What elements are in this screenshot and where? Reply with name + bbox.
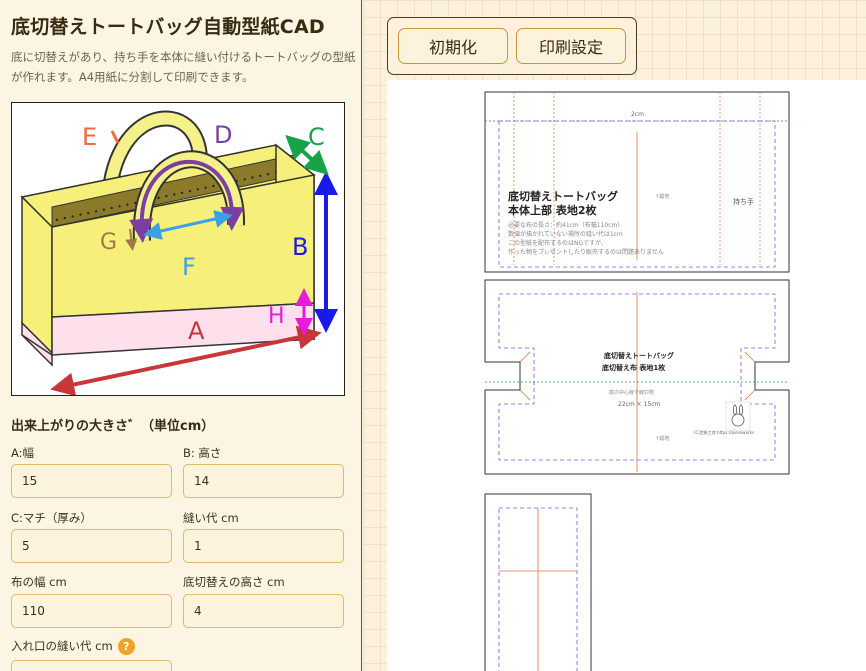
label-f: F	[182, 253, 196, 281]
opening-seam-label-text: 入れ口の縫い代 cm	[11, 639, 113, 653]
height-label: B: 高さ	[183, 446, 222, 460]
tote-bag-illustration: A B C D E F G H	[11, 102, 345, 397]
app-description: 底に切替えがあり、持ち手を本体に縫い付けるトートバッグの型紙が作れます。A4用紙…	[11, 50, 356, 84]
piece1-note1: 必要な布の長さ：約41cm（布幅110cm）	[508, 221, 623, 229]
width-input[interactable]: 15	[11, 464, 172, 498]
piece1-handle-label: 持ち手	[733, 197, 754, 206]
piece1-title2: 本体上部 表地2枚	[508, 203, 597, 217]
bottom-height-label: 底切替えの高さ cm	[183, 575, 285, 589]
preview-panel: 初期化 印刷設定 2cm 底切替えトートバッグ 本体上部 表地2枚 必要な布の長…	[363, 0, 866, 671]
piece2-title1: 底切替えトートバッグ	[604, 351, 674, 360]
width-label: A:幅	[11, 446, 35, 460]
pattern-piece-bottom: 底切替えトートバッグ 底切替え布 表地1枚 底の中心線で線対称 22cm × 1…	[484, 279, 790, 475]
piece2-credit: (C)型紙工房 https://pieceworks	[694, 429, 754, 435]
gusset-label: C:マチ（厚み）	[11, 511, 92, 525]
piece1-note4: 作った物をプレゼントしたり販売するのは問題ありません	[508, 248, 664, 256]
piece2-title2: 底切替え布 表地1枚	[602, 363, 666, 372]
piece2-center-note: 底の中心線で線対称	[609, 389, 654, 396]
reset-button[interactable]: 初期化	[398, 28, 508, 64]
pattern-canvas[interactable]: 2cm 底切替えトートバッグ 本体上部 表地2枚 必要な布の長さ：約41cm（布…	[387, 80, 866, 671]
piece1-note3: この型紙を配布するのはNGですが、	[508, 239, 607, 247]
piece1-note2: 数値が描かれていない場所の縫い代は1cm	[508, 230, 623, 238]
seam-input[interactable]: 1	[183, 529, 344, 563]
seam-label: 縫い代 cm	[183, 511, 239, 525]
height-input[interactable]: 14	[183, 464, 344, 498]
label-e: E	[82, 123, 97, 151]
toolbar: 初期化 印刷設定	[387, 17, 637, 75]
gusset-input[interactable]: 5	[11, 529, 172, 563]
settings-panel: 底切替えトートバッグ自動型紙CAD 底に切替えがあり、持ち手を本体に縫い付けるト…	[0, 0, 362, 671]
bottom-height-input[interactable]: 4	[183, 594, 344, 628]
piece2-vert-label: ↑縦地	[655, 435, 669, 442]
size-section-title: 出来上がりの大きさ゛（単位cm）	[11, 419, 215, 434]
print-settings-button[interactable]: 印刷設定	[516, 28, 626, 64]
label-a: A	[188, 317, 205, 345]
label-g: G	[100, 230, 117, 255]
piece1-title1: 底切替えトートバッグ	[508, 189, 618, 203]
piece1-dim-top: 2cm	[631, 111, 644, 118]
app-title: 底切替えトートバッグ自動型紙CAD	[11, 16, 325, 38]
piece2-size: 22cm × 15cm	[618, 401, 661, 408]
fabric-width-label: 布の幅 cm	[11, 575, 67, 589]
label-c: C	[308, 123, 325, 151]
pattern-piece-handle	[484, 493, 592, 671]
question-icon[interactable]: ?	[117, 638, 135, 655]
opening-seam-input[interactable]	[11, 660, 172, 671]
opening-seam-label: 入れ口の縫い代 cm?	[11, 638, 135, 655]
piece1-vert-label: ↑縦地	[655, 193, 669, 200]
label-b: B	[292, 233, 308, 261]
pattern-piece-body: 2cm 底切替えトートバッグ 本体上部 表地2枚 必要な布の長さ：約41cm（布…	[484, 91, 790, 273]
fabric-width-input[interactable]: 110	[11, 594, 172, 628]
rabbit-logo-icon	[725, 401, 751, 431]
label-h: H	[268, 304, 285, 329]
label-d: D	[214, 121, 232, 149]
